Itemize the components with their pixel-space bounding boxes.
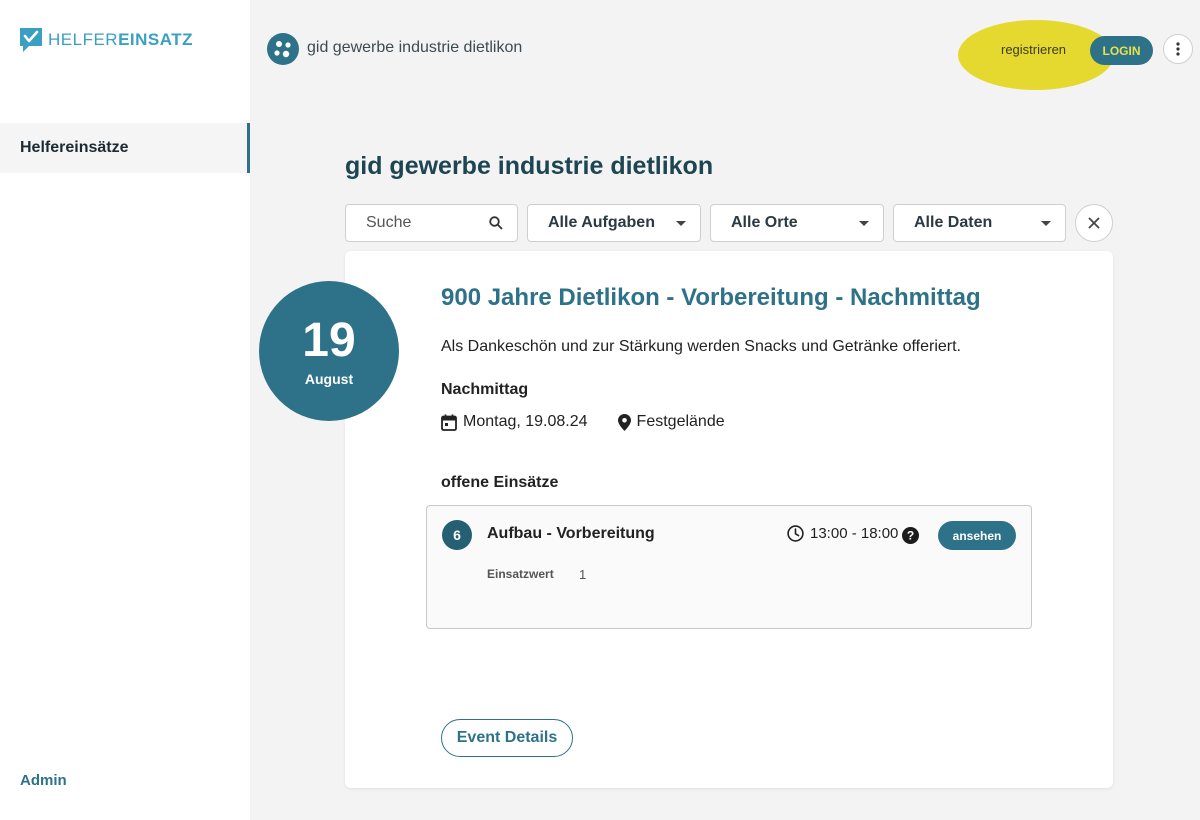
event-date-text: Montag, 19.08.24: [463, 413, 588, 430]
dates-select[interactable]: Alle Daten: [893, 204, 1066, 242]
clock-icon: [787, 525, 804, 542]
location-pin-icon: [617, 413, 631, 431]
clear-filters-button[interactable]: [1075, 204, 1113, 242]
event-slot: Nachmittag: [441, 381, 529, 398]
event-title[interactable]: 900 Jahre Dietlikon - Vorbereitung - Nac…: [441, 284, 981, 312]
calendar-icon: [441, 414, 457, 431]
tasks-select[interactable]: Alle Aufgaben: [527, 204, 701, 242]
event-details-button[interactable]: Event Details: [441, 719, 573, 757]
search-input[interactable]: Suche: [345, 204, 518, 242]
event-day: 19: [302, 314, 356, 367]
event-description: Als Dankeschön und zur Stärkung werden S…: [441, 338, 961, 355]
shift-name: Aufbau - Vorbereitung: [487, 525, 655, 542]
chevron-down-icon: [859, 220, 869, 226]
view-shift-button[interactable]: ansehen: [938, 521, 1016, 550]
chevron-down-icon: [1041, 220, 1051, 226]
shift-value-label: Einsatzwert: [487, 567, 554, 581]
page-title: gid gewerbe industrie dietlikon: [345, 152, 714, 180]
sidebar-item-helfereinsaetze[interactable]: Helfereinsätze: [0, 123, 250, 173]
svg-text:?: ?: [907, 529, 914, 543]
sidebar-item-label: Helfereinsätze: [20, 139, 129, 156]
help-icon[interactable]: ?: [902, 527, 919, 544]
shift-count-badge: 6: [442, 520, 472, 550]
organization-icon: [267, 33, 299, 65]
places-select-value: Alle Orte: [731, 214, 798, 231]
open-shifts-label: offene Einsätze: [441, 474, 559, 491]
search-placeholder: Suche: [366, 214, 412, 231]
login-button[interactable]: LOGIN: [1090, 36, 1153, 65]
chevron-down-icon: [676, 220, 686, 226]
sidebar: HELFEREINSATZ Helfereinsätze Admin: [0, 0, 250, 820]
event-date-badge: 19 August: [259, 281, 399, 421]
dates-select-value: Alle Daten: [914, 214, 993, 231]
search-icon: [489, 216, 503, 230]
logo-check-icon: [20, 28, 42, 52]
logo-text: HELFEREINSATZ: [48, 30, 194, 49]
organization-name[interactable]: gid gewerbe industrie dietlikon: [307, 39, 522, 57]
shift-time: 13:00 - 18:00: [787, 525, 898, 542]
more-vertical-icon: [1176, 42, 1180, 56]
event-month: August: [304, 371, 354, 387]
event-location: Festgelände: [636, 413, 725, 430]
shift-time-text: 13:00 - 18:00: [810, 525, 899, 542]
places-select[interactable]: Alle Orte: [710, 204, 884, 242]
register-link[interactable]: registrieren: [1001, 42, 1066, 57]
brand-logo[interactable]: HELFEREINSATZ: [20, 28, 193, 52]
more-menu-button[interactable]: [1163, 34, 1193, 64]
admin-link[interactable]: Admin: [20, 772, 67, 789]
shift-value: 1: [579, 567, 587, 582]
tasks-select-value: Alle Aufgaben: [548, 214, 655, 231]
event-meta: Montag, 19.08.24 Festgelände: [441, 413, 725, 431]
close-icon: [1088, 217, 1100, 229]
